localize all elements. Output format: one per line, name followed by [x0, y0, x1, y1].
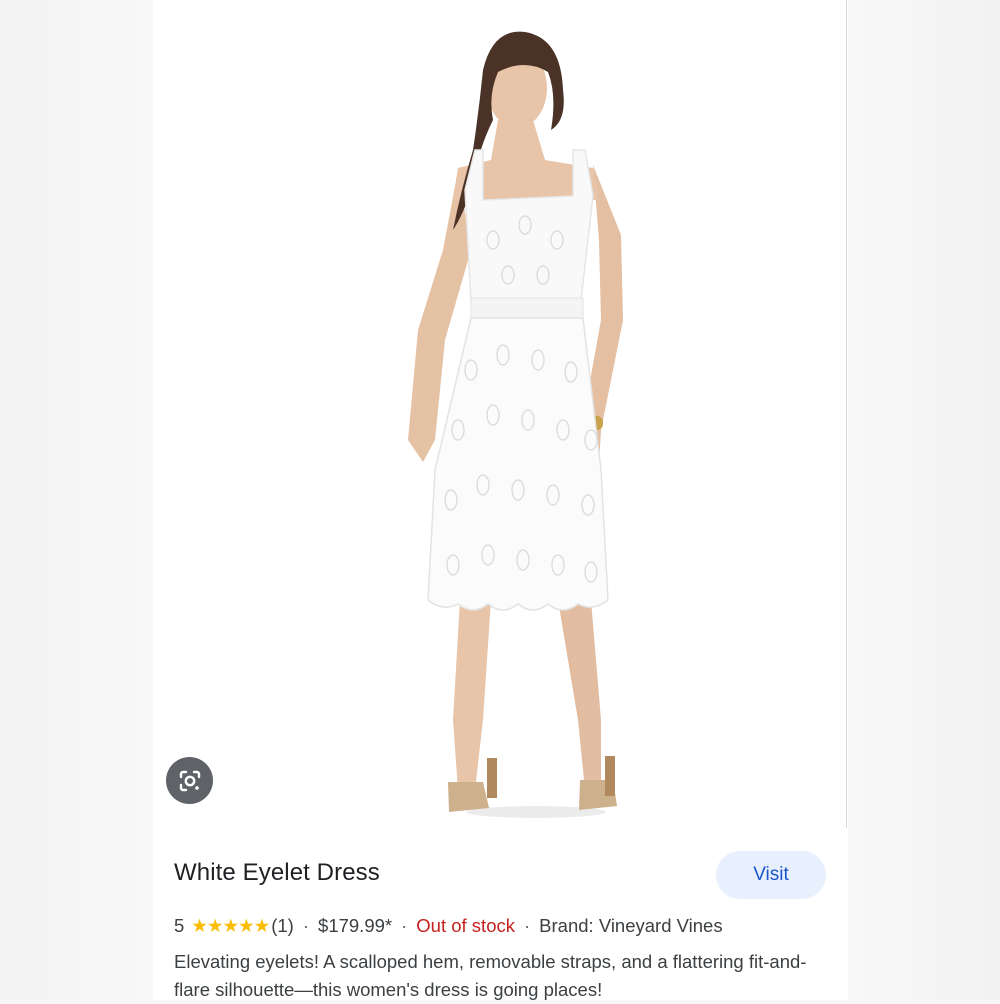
product-image[interactable] [153, 0, 848, 830]
star-rating-icon: ★★★★★ [191, 915, 270, 936]
separator: · [302, 915, 310, 936]
rating-value: 5 [174, 915, 185, 936]
google-lens-button[interactable] [166, 757, 213, 804]
product-card [153, 0, 848, 1000]
right-divider [846, 0, 847, 828]
price: $179.99* [318, 915, 393, 936]
visit-button[interactable]: Visit [716, 851, 826, 899]
stock-status: Out of stock [416, 915, 515, 936]
brand: Brand: Vineyard Vines [539, 915, 723, 936]
separator: · [524, 915, 531, 936]
product-title[interactable]: White Eyelet Dress [174, 859, 380, 887]
review-count[interactable]: (1) [271, 915, 294, 937]
background-right-panel [848, 0, 1000, 1000]
product-description: Elevating eyelets! A scalloped hem, remo… [174, 951, 807, 1000]
background-left-panel [0, 0, 153, 1000]
separator: · [401, 915, 408, 936]
product-meta-row: 5 ★★★★★ (1) · $179.99* · Out of stock · … [174, 913, 723, 939]
google-lens-icon [179, 770, 200, 791]
